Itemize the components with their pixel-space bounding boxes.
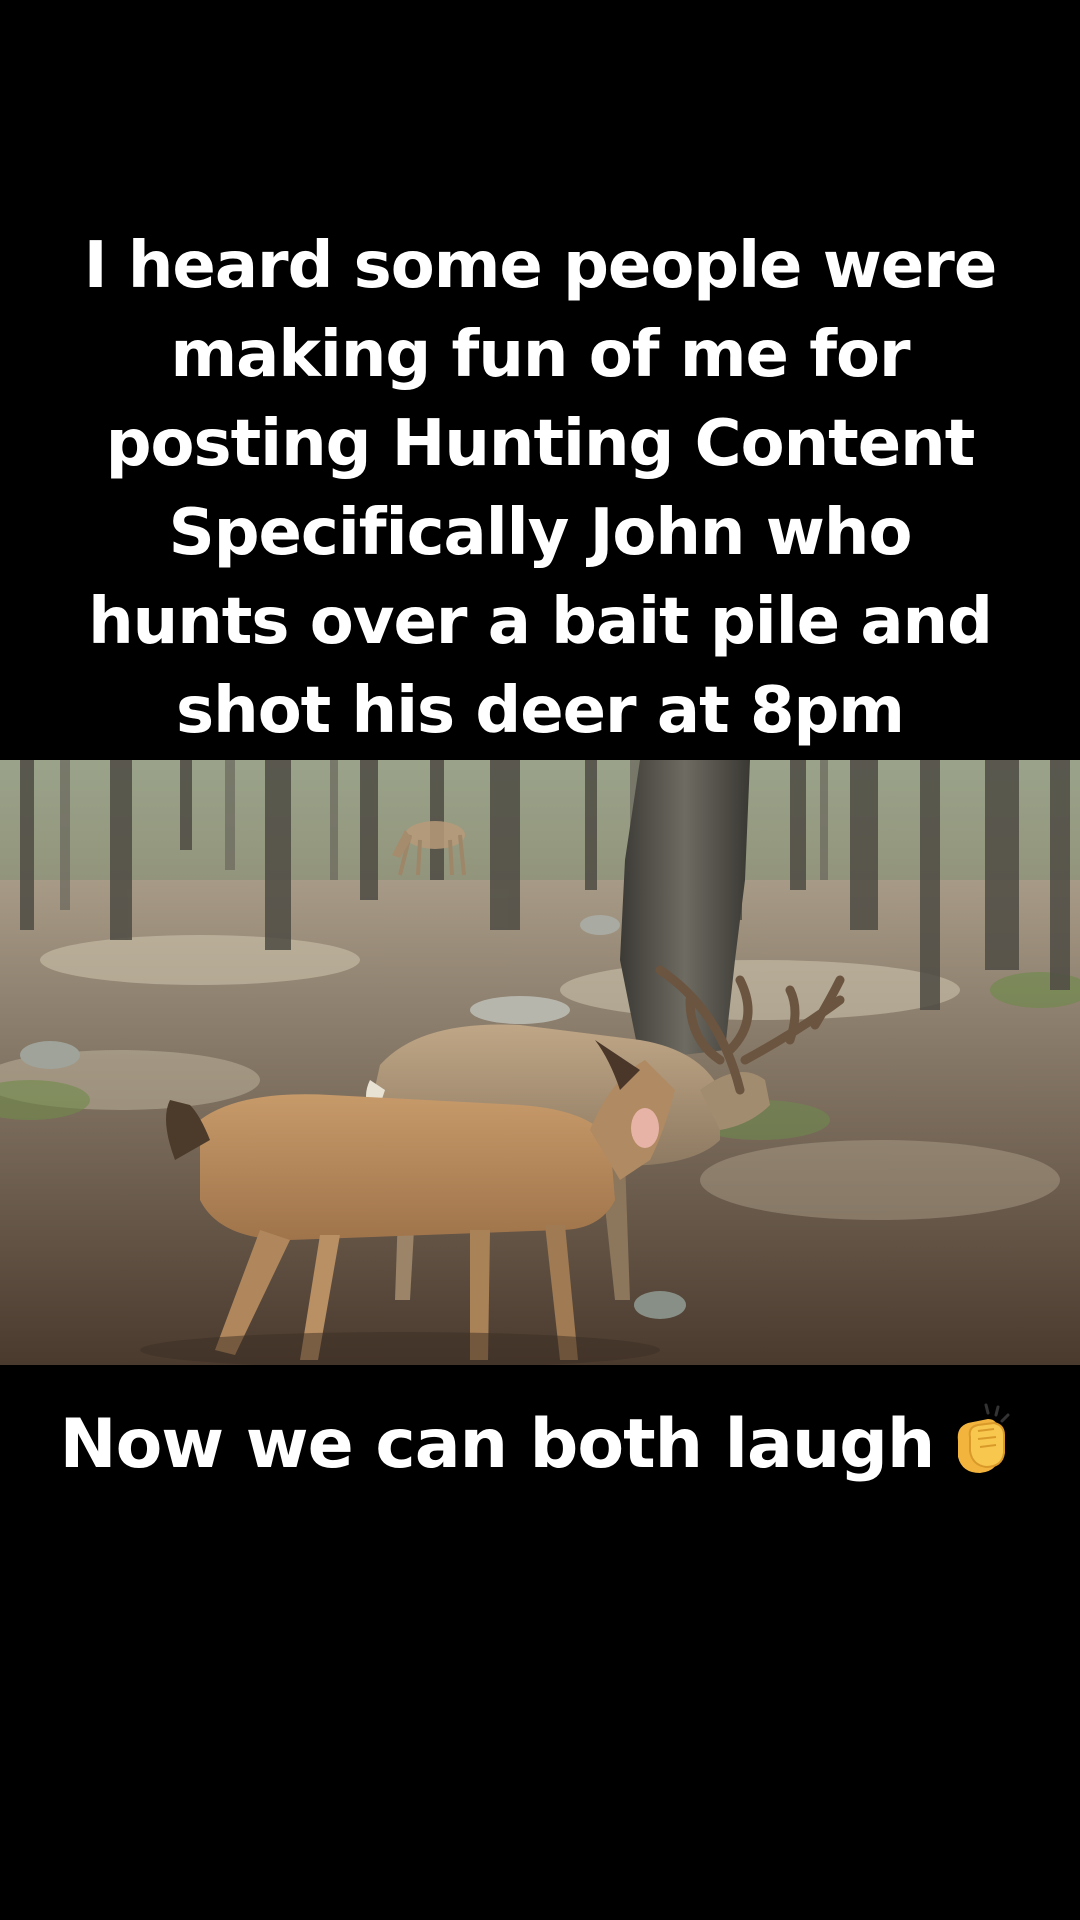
deer-photo bbox=[0, 760, 1080, 1365]
caption-line: hunts over a bait pile and bbox=[88, 585, 993, 659]
bottom-caption: Now we can both laugh bbox=[0, 1400, 1080, 1500]
caption-line: making fun of me for bbox=[170, 318, 910, 392]
video-frame: I heard some people were making fun of m… bbox=[0, 0, 1080, 1920]
caption-line: posting Hunting Content bbox=[105, 407, 976, 481]
top-caption: I heard some people were making fun of m… bbox=[0, 222, 1080, 756]
forest-scene-image bbox=[0, 760, 1080, 1365]
caption-bottom-text: Now we can both laugh bbox=[59, 1405, 936, 1484]
clapping-hands-icon bbox=[944, 1401, 1020, 1500]
caption-line: shot his deer at 8pm bbox=[176, 674, 905, 748]
caption-line: Specifically John who bbox=[168, 496, 913, 570]
caption-line: I heard some people were bbox=[83, 229, 997, 303]
